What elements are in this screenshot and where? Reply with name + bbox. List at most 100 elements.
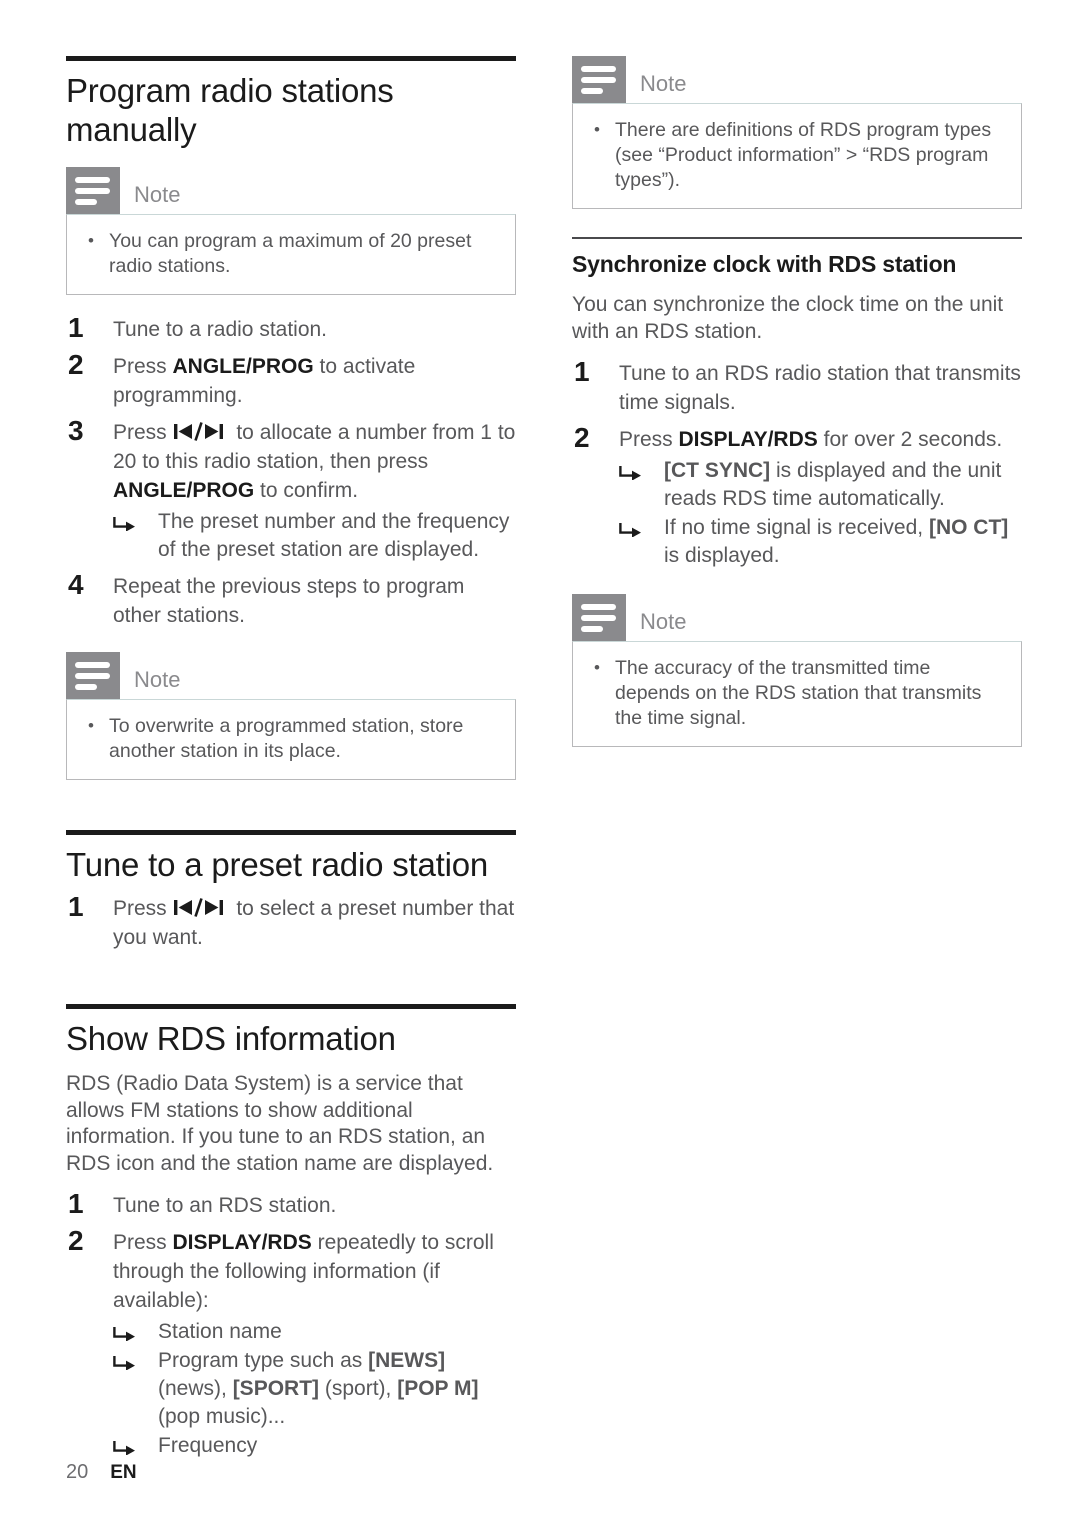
note-icon bbox=[572, 56, 626, 103]
note-icon bbox=[66, 652, 120, 699]
note-header: Note bbox=[66, 167, 516, 214]
note-body: To overwrite a programmed station, store… bbox=[66, 699, 516, 780]
step-item: 1 Tune to an RDS radio station that tran… bbox=[572, 356, 1022, 417]
step-text: Tune to an RDS radio station that transm… bbox=[619, 362, 1021, 414]
steps-list-rds: 1 Tune to an RDS station. 2 Press DISPLA… bbox=[66, 1188, 516, 1460]
result-item: The preset number and the frequency of t… bbox=[113, 508, 516, 564]
section-title: Tune to a preset radio station bbox=[66, 846, 489, 883]
result-item: Program type such as [NEWS] (news), [SPO… bbox=[113, 1347, 516, 1431]
result-text: Program type such as [NEWS] (news), [SPO… bbox=[158, 1349, 479, 1428]
steps-list-sync-clock: 1 Tune to an RDS radio station that tran… bbox=[572, 356, 1022, 570]
result-item: Frequency bbox=[113, 1432, 516, 1460]
note-list: There are definitions of RDS program typ… bbox=[589, 117, 1005, 193]
note-item: There are definitions of RDS program typ… bbox=[589, 117, 1005, 193]
note-list: The accuracy of the transmitted time dep… bbox=[589, 655, 1005, 731]
result-text: The preset number and the frequency of t… bbox=[158, 510, 510, 561]
steps-list-tune-preset: 1 Press to select a preset number that y… bbox=[66, 891, 516, 952]
section-synchronize-clock: Synchronize clock with RDS station You c… bbox=[572, 237, 1022, 747]
emphasized-term: DISPLAY/RDS bbox=[172, 1231, 312, 1254]
emphasized-term: ANGLE/PROG bbox=[113, 479, 255, 502]
result-text: Frequency bbox=[158, 1434, 258, 1457]
step-text: Tune to an RDS station. bbox=[113, 1194, 337, 1217]
result-text: [CT SYNC] is displayed and the unit read… bbox=[664, 459, 1002, 510]
note-icon bbox=[66, 167, 120, 214]
step-number: 3 bbox=[68, 415, 84, 446]
section-title: Synchronize clock with RDS station bbox=[572, 251, 957, 277]
section-intro-paragraph: You can synchronize the clock time on th… bbox=[572, 293, 1004, 343]
emphasized-term: [NEWS] bbox=[368, 1349, 446, 1372]
step-number: 1 bbox=[68, 1188, 84, 1219]
step-text: Press DISPLAY/RDS for over 2 seconds. bbox=[619, 428, 1003, 451]
manual-page: Program radio stations manually Note You… bbox=[0, 0, 1080, 1530]
step-item: 4 Repeat the previous steps to program o… bbox=[66, 569, 516, 630]
result-item: [CT SYNC] is displayed and the unit read… bbox=[619, 457, 1022, 513]
result-text: If no time signal is received, [NO CT] i… bbox=[664, 516, 1009, 567]
note-box-overwrite: Note To overwrite a programmed station, … bbox=[66, 652, 516, 780]
result-list: Station name Program type such as [NEWS] … bbox=[113, 1318, 516, 1460]
page-number: 20 bbox=[66, 1461, 89, 1483]
note-item: The accuracy of the transmitted time dep… bbox=[589, 655, 1005, 731]
arrow-result-icon bbox=[619, 457, 651, 480]
step-text: Press DISPLAY/RDS repeatedly to scroll t… bbox=[113, 1231, 494, 1312]
emphasized-term: [POP M] bbox=[397, 1377, 479, 1400]
arrow-result-icon bbox=[113, 1432, 145, 1455]
note-item: You can program a maximum of 20 preset r… bbox=[83, 228, 499, 279]
page-footer: 20 EN bbox=[66, 1461, 137, 1484]
note-box-preset-max: Note You can program a maximum of 20 pre… bbox=[66, 167, 516, 295]
step-item: 3 Press to allocate a number from 1 to 2… bbox=[66, 415, 516, 564]
result-text: Station name bbox=[158, 1320, 282, 1343]
step-number: 1 bbox=[68, 312, 84, 343]
step-number: 2 bbox=[68, 349, 84, 380]
note-body: You can program a maximum of 20 preset r… bbox=[66, 214, 516, 295]
note-icon bbox=[572, 594, 626, 641]
note-box-time-accuracy: Note The accuracy of the transmitted tim… bbox=[572, 594, 1022, 747]
section-rule bbox=[66, 56, 516, 61]
step-item: 1 Tune to a radio station. bbox=[66, 312, 516, 344]
note-box-rds-program-types: Note There are definitions of RDS progra… bbox=[572, 56, 1022, 209]
step-item: 2 Press DISPLAY/RDS for over 2 seconds. … bbox=[572, 422, 1022, 570]
section-rule bbox=[66, 830, 516, 835]
emphasized-term: [SPORT] bbox=[232, 1377, 320, 1400]
result-list: [CT SYNC] is displayed and the unit read… bbox=[619, 457, 1022, 570]
step-text: Tune to a radio station. bbox=[113, 318, 328, 341]
step-item: 2 Press ANGLE/PROG to activate programmi… bbox=[66, 349, 516, 410]
result-item: Station name bbox=[113, 1318, 516, 1346]
section-title: Show RDS information bbox=[66, 1020, 396, 1057]
note-label: Note bbox=[640, 609, 687, 634]
step-item: 1 Tune to an RDS station. bbox=[66, 1188, 516, 1220]
step-number: 1 bbox=[68, 891, 84, 922]
note-list: You can program a maximum of 20 preset r… bbox=[83, 228, 499, 279]
note-list: To overwrite a programmed station, store… bbox=[83, 713, 499, 764]
note-header: Note bbox=[572, 56, 1022, 103]
note-label: Note bbox=[134, 667, 181, 692]
step-text: Press ANGLE/PROG to activate programming… bbox=[113, 355, 416, 407]
left-column: Program radio stations manually Note You… bbox=[66, 56, 516, 1468]
step-number: 4 bbox=[68, 569, 84, 600]
note-label: Note bbox=[134, 182, 181, 207]
arrow-result-icon bbox=[619, 514, 651, 537]
step-text: Press to allocate a number from 1 to 20 … bbox=[113, 421, 516, 502]
arrow-result-icon bbox=[113, 508, 145, 531]
note-item: To overwrite a programmed station, store… bbox=[83, 713, 499, 764]
prev-next-track-icon bbox=[173, 422, 230, 441]
note-label: Note bbox=[640, 71, 687, 96]
note-header: Note bbox=[572, 594, 1022, 641]
steps-list-program: 1 Tune to a radio station. 2 Press ANGLE… bbox=[66, 312, 516, 630]
section-intro-paragraph: RDS (Radio Data System) is a service tha… bbox=[66, 1072, 494, 1175]
emphasized-term: [NO CT] bbox=[928, 516, 1009, 539]
result-list: The preset number and the frequency of t… bbox=[113, 508, 516, 564]
step-text: Repeat the previous steps to program oth… bbox=[113, 575, 465, 627]
section-show-rds: Show RDS information RDS (Radio Data Sys… bbox=[66, 1004, 516, 1460]
step-item: 1 Press to select a preset number that y… bbox=[66, 891, 516, 952]
section-tune-preset: Tune to a preset radio station 1 Press t… bbox=[66, 830, 516, 952]
section-rule bbox=[572, 237, 1022, 239]
page-title: Program radio stations manually bbox=[66, 72, 394, 148]
step-number: 1 bbox=[574, 356, 590, 387]
step-item: 2 Press DISPLAY/RDS repeatedly to scroll… bbox=[66, 1225, 516, 1460]
language-code: EN bbox=[110, 1462, 137, 1483]
emphasized-term: [CT SYNC] bbox=[664, 459, 771, 482]
step-number: 2 bbox=[68, 1225, 84, 1256]
result-item: If no time signal is received, [NO CT] i… bbox=[619, 514, 1022, 570]
emphasized-term: ANGLE/PROG bbox=[172, 355, 314, 378]
note-body: There are definitions of RDS program typ… bbox=[572, 103, 1022, 209]
